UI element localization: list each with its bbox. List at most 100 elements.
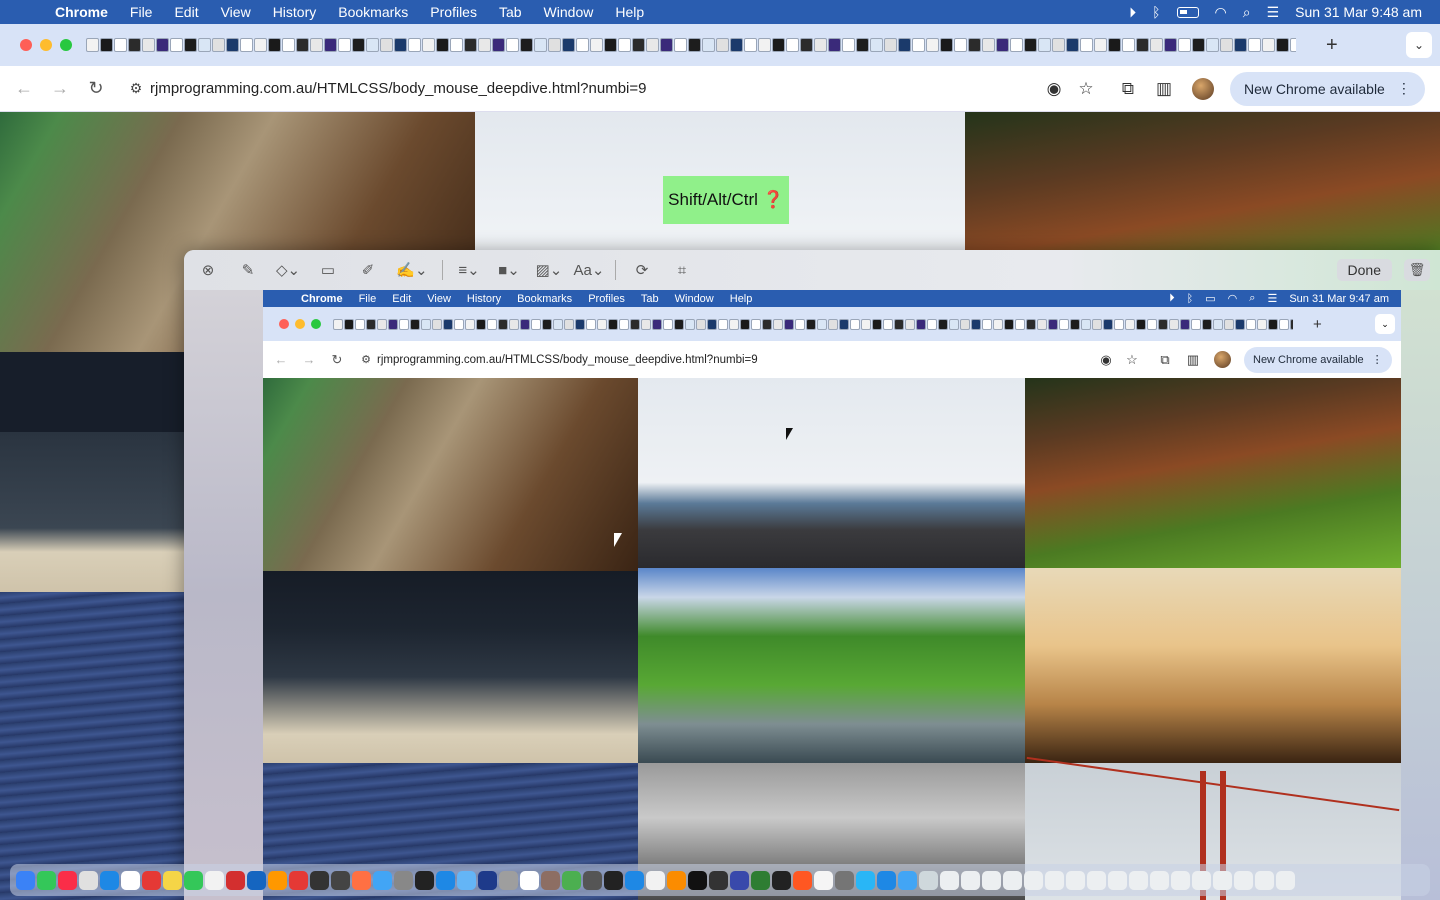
tab-favicon-icon[interactable] xyxy=(226,38,239,52)
tab-favicon-icon[interactable] xyxy=(744,38,757,52)
tab-favicon-icon[interactable] xyxy=(926,38,939,52)
tab-search-chevron-icon[interactable]: ⌄ xyxy=(1406,32,1432,58)
tab-favicon-icon[interactable] xyxy=(352,38,365,52)
dock-app-icon[interactable] xyxy=(226,870,245,890)
dock-app-icon[interactable] xyxy=(646,870,665,890)
tab-favicon-icon[interactable] xyxy=(898,38,911,52)
dock-app-icon[interactable] xyxy=(583,870,602,890)
tab-favicon-icon[interactable] xyxy=(1276,38,1289,52)
tab-favicon-icon[interactable] xyxy=(1108,38,1121,52)
tab-favicon-icon[interactable] xyxy=(114,38,127,52)
tab-favicon-icon[interactable] xyxy=(142,38,155,52)
dock-app-icon[interactable] xyxy=(394,870,413,890)
tab-favicon-icon[interactable] xyxy=(1150,38,1163,52)
shapes-icon[interactable]: ◇⌄ xyxy=(268,261,308,279)
dock-app-icon[interactable] xyxy=(1108,870,1127,890)
dock-app-icon[interactable] xyxy=(310,870,329,890)
dock-app-icon[interactable] xyxy=(562,870,581,890)
tab-favicon-icon[interactable] xyxy=(1178,38,1191,52)
tab-favicon-icon[interactable] xyxy=(1024,38,1037,52)
dock-app-icon[interactable] xyxy=(1024,870,1043,890)
dock-app-icon[interactable] xyxy=(898,870,917,890)
tab-favicon-icon[interactable] xyxy=(604,38,617,52)
dock-app-icon[interactable] xyxy=(751,870,770,890)
done-button[interactable]: Done xyxy=(1336,259,1392,281)
tab-favicon-icon[interactable] xyxy=(338,38,351,52)
tab-favicon-icon[interactable] xyxy=(520,38,533,52)
tab-favicon-icon[interactable] xyxy=(660,38,673,52)
dock-app-icon[interactable] xyxy=(1234,870,1253,890)
tab-favicon-icon[interactable] xyxy=(786,38,799,52)
tab-favicon-icon[interactable] xyxy=(912,38,925,52)
new-chrome-button[interactable]: New Chrome available ⋮ xyxy=(1230,71,1425,106)
tab-favicon-icon[interactable] xyxy=(310,38,323,52)
menu-profiles[interactable]: Profiles xyxy=(419,4,488,20)
tab-favicon-icon[interactable] xyxy=(1080,38,1093,52)
dock-app-icon[interactable] xyxy=(940,870,959,890)
sketch-icon[interactable]: ✎ xyxy=(228,261,268,279)
font-icon[interactable]: Aa⌄ xyxy=(569,261,609,279)
forward-icon[interactable]: → xyxy=(42,78,78,99)
dock-app-icon[interactable] xyxy=(730,870,749,890)
dock-app-icon[interactable] xyxy=(247,870,266,890)
eye-icon[interactable]: ◉ xyxy=(1038,79,1070,99)
dock-app-icon[interactable] xyxy=(919,870,938,890)
dock-app-icon[interactable] xyxy=(961,870,980,890)
tab-favicon-icon[interactable] xyxy=(324,38,337,52)
tab-favicon-icon[interactable] xyxy=(1262,38,1275,52)
search-icon[interactable]: ⌕ xyxy=(1243,4,1251,21)
image-desk-keyboard[interactable] xyxy=(0,432,184,592)
tab-favicon-icon[interactable] xyxy=(856,38,869,52)
dock-app-icon[interactable] xyxy=(1087,870,1106,890)
trash-icon[interactable]: 🗑 xyxy=(1404,259,1430,281)
battery-icon[interactable] xyxy=(1176,6,1199,18)
tab-favicon-icon[interactable] xyxy=(814,38,827,52)
tab-favicon-icon[interactable] xyxy=(730,38,743,52)
dock-app-icon[interactable] xyxy=(436,870,455,890)
tab-favicon-icon[interactable] xyxy=(618,38,631,52)
fill-color-icon[interactable]: ▨⌄ xyxy=(529,261,569,279)
close-window-button[interactable] xyxy=(20,39,32,51)
tab-favicon-icon[interactable] xyxy=(828,38,841,52)
tab-favicon-icon[interactable] xyxy=(422,38,435,52)
tab-favicon-icon[interactable] xyxy=(366,38,379,52)
dock-app-icon[interactable] xyxy=(289,870,308,890)
tab-favicon-icon[interactable] xyxy=(716,38,729,52)
tab-favicon-icon[interactable] xyxy=(240,38,253,52)
tab-favicon-icon[interactable] xyxy=(254,38,267,52)
tab-favicon-icon[interactable] xyxy=(450,38,463,52)
dock-app-icon[interactable] xyxy=(667,870,686,890)
tab-favicon-icon[interactable] xyxy=(1234,38,1247,52)
menu-kebab-icon[interactable]: ⋮ xyxy=(1397,80,1411,97)
dock-app-icon[interactable] xyxy=(835,870,854,890)
menu-help[interactable]: Help xyxy=(604,4,655,20)
tab-favicon-icon[interactable] xyxy=(1038,38,1051,52)
dock-app-icon[interactable] xyxy=(1066,870,1085,890)
dock-app-icon[interactable] xyxy=(79,870,98,890)
play-icon[interactable]: ⏵ xyxy=(1129,4,1136,21)
menu-edit[interactable]: Edit xyxy=(163,4,209,20)
new-tab-button[interactable]: + xyxy=(1326,34,1338,57)
tab-favicon-icon[interactable] xyxy=(1094,38,1107,52)
tab-favicon-icon[interactable] xyxy=(1290,38,1296,52)
dock-app-icon[interactable] xyxy=(142,870,161,890)
dock-app-icon[interactable] xyxy=(184,870,203,890)
tab-favicon-icon[interactable] xyxy=(954,38,967,52)
tab-favicon-icon[interactable] xyxy=(1192,38,1205,52)
dock-app-icon[interactable] xyxy=(352,870,371,890)
tab-favicon-icon[interactable] xyxy=(1122,38,1135,52)
tab-favicon-icon[interactable] xyxy=(212,38,225,52)
wifi-icon[interactable]: ◠ xyxy=(1215,4,1227,21)
tab-favicon-icon[interactable] xyxy=(968,38,981,52)
dock-app-icon[interactable] xyxy=(814,870,833,890)
dock-app-icon[interactable] xyxy=(1276,870,1295,890)
tab-favicon-icon[interactable] xyxy=(940,38,953,52)
zoom-window-button[interactable] xyxy=(60,39,72,51)
dock-app-icon[interactable] xyxy=(16,870,35,890)
back-icon[interactable]: ← xyxy=(6,78,42,99)
tab-favicon-icon[interactable] xyxy=(1136,38,1149,52)
crop-icon[interactable]: ⌗ xyxy=(662,262,702,279)
address-bar[interactable]: ⚙ rjmprogramming.com.au/HTMLCSS/body_mou… xyxy=(122,70,1102,107)
tab-favicon-icon[interactable] xyxy=(534,38,547,52)
dock-app-icon[interactable] xyxy=(625,870,644,890)
